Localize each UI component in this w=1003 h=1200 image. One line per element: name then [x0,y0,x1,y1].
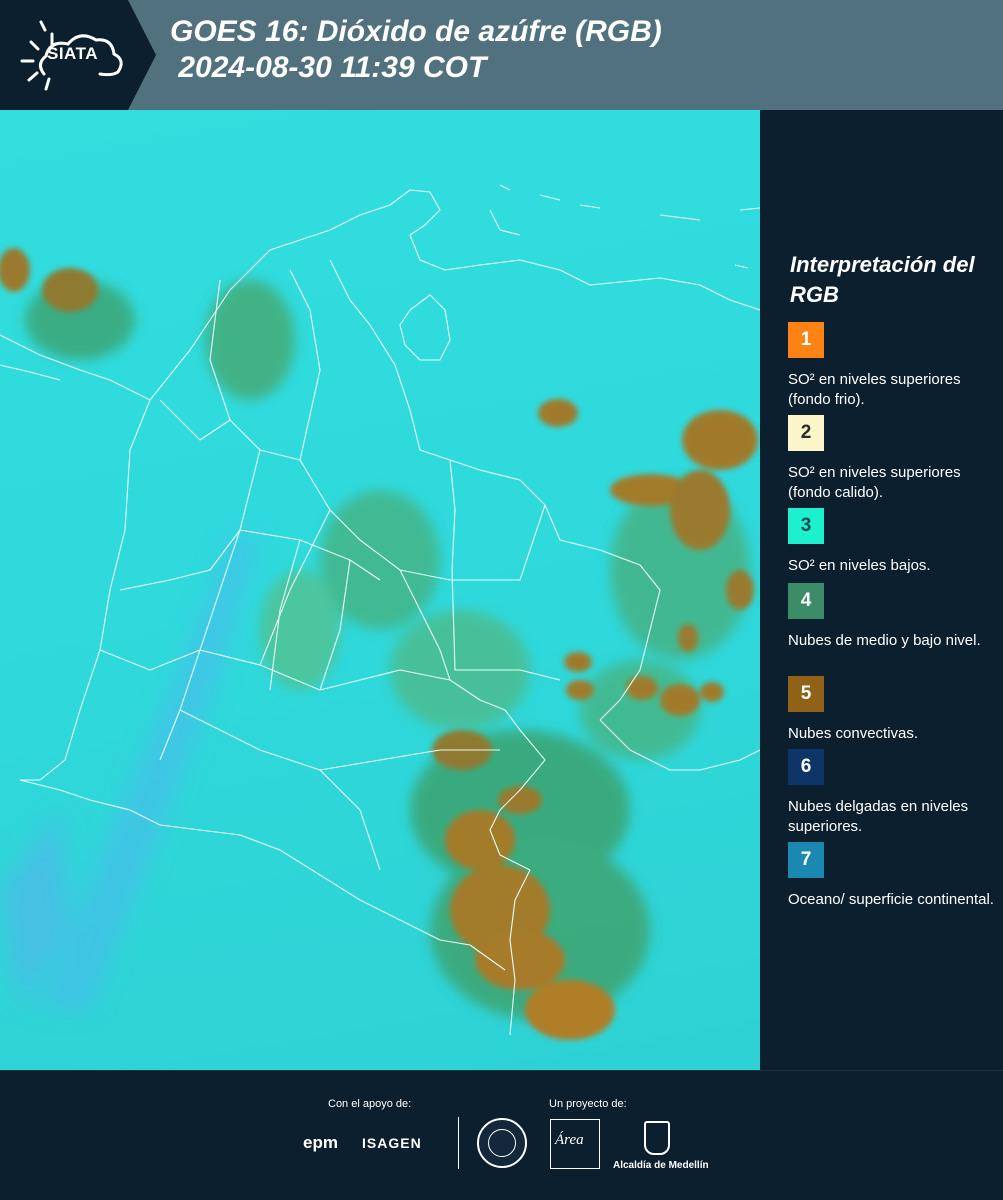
legend-label: SO² en niveles superiores (fondo calido)… [788,464,961,501]
legend-label: SO² en niveles bajos. [788,557,931,574]
footer: Con el apoyo de: Un proyecto de: epm ISA… [0,1070,1003,1200]
legend-item-3: 3 SO² en niveles bajos. [788,508,998,576]
area-metropolitana-logo: Área [550,1119,600,1169]
medellin-seal-icon [477,1118,527,1168]
legend-panel: Interpretación del RGB 1 SO² en niveles … [760,110,1003,1070]
legend-item-2: 2 SO² en niveles superiores (fondo calid… [788,415,998,503]
pacific-haze [0,530,260,1010]
legend-item-6: 6 Nubes delgadas en niveles superiores. [788,749,998,837]
legend-label: Nubes de medio y bajo nivel. [788,632,981,649]
logo-text: SIATA [47,44,98,63]
legend-title: Interpretación del RGB [790,252,975,307]
legend-label: Nubes delgadas en niveles superiores. [788,798,969,835]
legend-item-5: 5 Nubes convectivas. [788,676,998,744]
legend-swatch: 7 [788,842,824,878]
legend-item-4: 4 Nubes de medio y bajo nivel. [788,583,998,651]
legend-item-1: 1 SO² en niveles superiores (fondo frio)… [788,322,998,410]
satellite-map [0,110,760,1070]
legend-label: Nubes convectivas. [788,725,919,742]
isagen-logo: ISAGEN [362,1135,422,1151]
page-title: GOES 16: Dióxido de azúfre (RGB) 2024-08… [170,15,662,84]
alcaldia-label: Alcaldía de Medellín [613,1160,709,1171]
support-label: Con el apoyo de: [328,1098,412,1110]
alcaldia-crest-icon [644,1121,670,1155]
header-bar: SIATA GOES 16: Dióxido de azúfre (RGB) 2… [0,0,1003,110]
footer-divider [458,1117,459,1169]
legend-swatch: 4 [788,583,824,619]
legend-swatch: 1 [788,322,824,358]
legend-swatch: 3 [788,508,824,544]
seal-inner [488,1129,516,1157]
epm-logo: epm [303,1133,338,1152]
legend-swatch: 2 [788,415,824,451]
project-label: Un proyecto de: [549,1098,627,1110]
siata-logo: SIATA [0,0,156,110]
legend-item-7: 7 Oceano/ superficie continental. [788,842,998,910]
area-logo-text: Área [555,1132,584,1148]
legend-label: SO² en niveles superiores (fondo frio). [788,371,961,408]
legend-label: Oceano/ superficie continental. [788,891,994,908]
legend-swatch: 5 [788,676,824,712]
mid-low-clouds [25,280,750,1020]
legend-swatch: 6 [788,749,824,785]
